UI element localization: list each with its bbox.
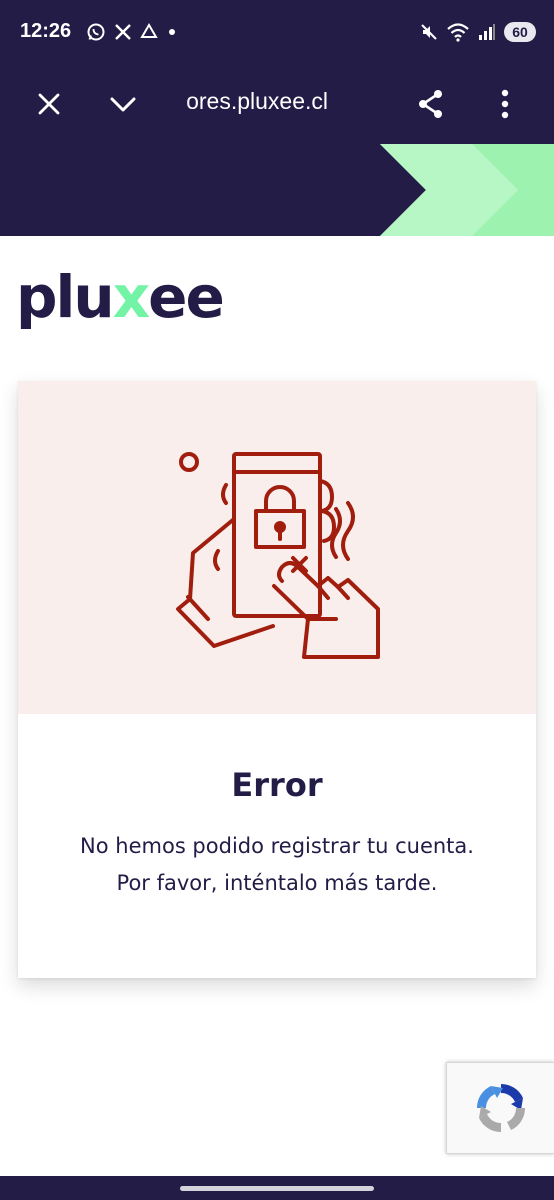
whatsapp-icon [87, 23, 105, 41]
collapse-button[interactable] [99, 80, 147, 128]
phone-lock-error-icon [176, 452, 380, 659]
mute-icon [421, 24, 437, 40]
close-button[interactable] [25, 80, 73, 128]
logo-x: x [112, 263, 150, 331]
more-menu-button[interactable] [481, 80, 529, 128]
status-bar: 12:26 60 [0, 0, 554, 66]
drive-icon [140, 23, 158, 38]
logo-text-prefix: plu [16, 263, 115, 331]
home-gesture-handle[interactable] [180, 1186, 374, 1191]
error-title: Error [231, 766, 323, 804]
notification-icons [86, 22, 178, 42]
pluxee-logo[interactable]: pluxee [16, 262, 225, 332]
error-message-line-2: Por favor, inténtalo más tarde. [116, 871, 438, 895]
battery-indicator: 60 [504, 22, 536, 42]
dot-icon [169, 29, 175, 35]
x-icon [115, 24, 131, 40]
signal-icon [479, 24, 495, 40]
recaptcha-icon [476, 1083, 525, 1133]
system-icons: 60 [420, 22, 536, 42]
logo-text-suffix: ee [148, 263, 225, 331]
more-vert-icon [501, 89, 509, 119]
close-icon [38, 93, 60, 115]
error-illustration [18, 381, 536, 714]
share-button[interactable] [407, 80, 455, 128]
chevron-decoration [0, 144, 554, 236]
error-message-line-1: No hemos podido registrar tu cuenta. [80, 834, 474, 858]
url-display[interactable]: ores.pluxee.cl [168, 88, 338, 118]
header-banner [0, 144, 554, 236]
url-text: ores.pluxee.cl [186, 88, 328, 114]
share-icon [419, 90, 442, 118]
recaptcha-badge[interactable] [446, 1062, 554, 1154]
wifi-icon [447, 23, 469, 42]
chevron-down-icon [110, 97, 136, 112]
browser-toolbar: ores.pluxee.cl [0, 66, 554, 144]
navigation-bar [0, 1176, 554, 1200]
status-time: 12:26 [20, 20, 72, 42]
